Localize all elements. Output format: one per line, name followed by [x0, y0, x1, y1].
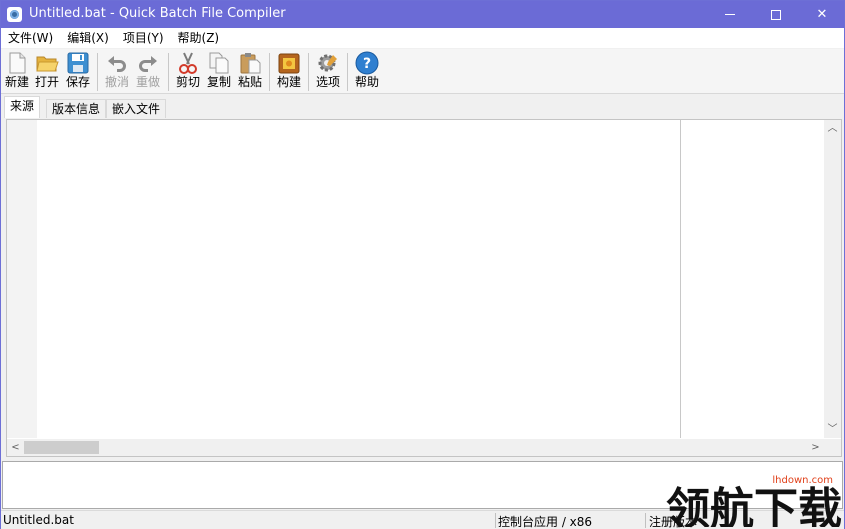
clipboard-paste-icon [238, 51, 262, 75]
save-button[interactable]: 保存 [65, 51, 91, 93]
build-button[interactable]: 构建 [276, 51, 302, 93]
cut-label: 剪切 [175, 75, 200, 89]
status-separator [495, 513, 496, 528]
redo-label: 重做 [135, 75, 160, 89]
undo-icon [105, 51, 129, 75]
horizontal-scrollbar[interactable]: < > [7, 439, 824, 456]
paste-button[interactable]: 粘贴 [237, 51, 263, 93]
menu-edit[interactable]: 编辑(X) [60, 28, 116, 48]
vertical-scrollbar[interactable]: ︿ ﹀ [824, 120, 841, 438]
toolbar-separator [168, 53, 169, 91]
close-icon: ✕ [816, 7, 828, 22]
toolbar: 新建 打开 保存 撤消 重做 剪切 复制 粘贴 构建 选项 ? 帮助 [1, 49, 844, 94]
copy-icon [207, 51, 231, 75]
watermark: 领航下载 lhdown.com [666, 463, 844, 527]
status-separator [645, 513, 646, 528]
app-window: Untitled.bat - Quick Batch File Compiler… [0, 0, 845, 529]
save-label: 保存 [65, 75, 90, 89]
options-label: 选项 [315, 75, 340, 89]
close-button[interactable]: ✕ [799, 1, 845, 28]
line-number-gutter [7, 120, 37, 438]
edge-marker-line [680, 120, 681, 438]
cut-button[interactable]: 剪切 [175, 51, 201, 93]
watermark-url: lhdown.com [769, 475, 836, 486]
scroll-down-icon[interactable]: ﹀ [824, 421, 841, 438]
help-button[interactable]: ? 帮助 [354, 51, 380, 93]
new-label: 新建 [4, 75, 29, 89]
minimize-icon [725, 14, 735, 15]
copy-button[interactable]: 复制 [206, 51, 232, 93]
redo-button[interactable]: 重做 [135, 51, 161, 93]
svg-text:?: ? [363, 56, 371, 72]
scroll-left-icon[interactable]: < [7, 439, 24, 456]
scroll-right-icon[interactable]: > [807, 439, 824, 456]
tab-version-info[interactable]: 版本信息 [46, 99, 107, 118]
maximize-icon [771, 9, 781, 20]
folder-open-icon [35, 51, 59, 75]
menu-bar: 文件(W) 编辑(X) 项目(Y) 帮助(Z) [1, 28, 844, 48]
horizontal-scroll-thumb[interactable] [24, 441, 99, 454]
tab-source[interactable]: 来源 [4, 96, 41, 118]
new-file-icon [5, 51, 29, 75]
paste-label: 粘贴 [237, 75, 262, 89]
menu-project[interactable]: 项目(Y) [116, 28, 171, 48]
options-button[interactable]: 选项 [315, 51, 341, 93]
minimize-button[interactable] [707, 1, 753, 28]
scroll-up-icon[interactable]: ︿ [824, 120, 841, 137]
menu-file[interactable]: 文件(W) [1, 28, 60, 48]
toolbar-separator [347, 53, 348, 91]
status-app-mode: 控制台应用 / x86 [498, 515, 593, 529]
source-editor[interactable]: ︿ ﹀ < > [6, 119, 842, 457]
title-bar: Untitled.bat - Quick Batch File Compiler… [1, 1, 844, 28]
scroll-corner [824, 439, 841, 456]
undo-label: 撤消 [104, 75, 129, 89]
copy-label: 复制 [206, 75, 231, 89]
maximize-button[interactable] [753, 1, 799, 28]
toolbar-separator [97, 53, 98, 91]
undo-button[interactable]: 撤消 [104, 51, 130, 93]
window-title: Untitled.bat - Quick Batch File Compiler [29, 6, 286, 21]
status-filename: Untitled.bat [3, 513, 74, 527]
tab-embedded-files[interactable]: 嵌入文件 [106, 99, 167, 118]
save-disk-icon [66, 51, 90, 75]
toolbar-separator [308, 53, 309, 91]
build-label: 构建 [276, 75, 301, 89]
open-button[interactable]: 打开 [34, 51, 60, 93]
new-button[interactable]: 新建 [4, 51, 30, 93]
app-icon [7, 7, 22, 22]
help-question-icon: ? [355, 51, 379, 75]
help-label: 帮助 [354, 75, 379, 89]
scissors-icon [176, 51, 200, 75]
menu-help[interactable]: 帮助(Z) [171, 28, 227, 48]
tab-strip: 来源 版本信息 嵌入文件 [1, 96, 844, 118]
redo-icon [136, 51, 160, 75]
open-label: 打开 [34, 75, 59, 89]
toolbar-separator [269, 53, 270, 91]
build-icon [277, 51, 301, 75]
gear-icon [316, 51, 340, 75]
